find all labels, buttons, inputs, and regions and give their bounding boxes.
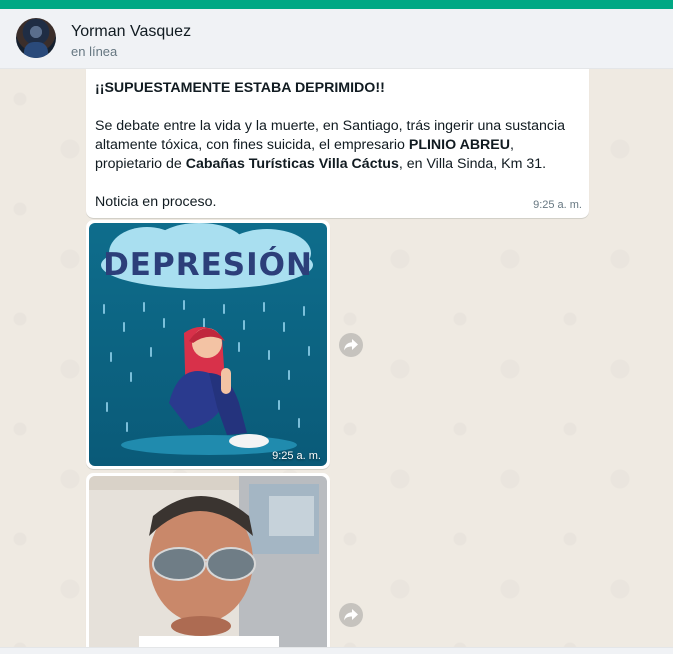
- depresion-image: DEPRESIÓN: [89, 223, 327, 466]
- depresion-image-text: DEPRESIÓN: [103, 246, 313, 283]
- forward-button-2[interactable]: [339, 603, 363, 627]
- message-title: ¡¡SUPUESTAMENTE ESTABA DEPRIMIDO!!: [95, 80, 385, 96]
- forward-icon: [344, 609, 358, 621]
- forward-button[interactable]: [339, 333, 363, 357]
- bold-business: Cabañas Turísticas Villa Cáctus: [185, 156, 399, 172]
- photo-image: [89, 476, 327, 647]
- text-message-bubble[interactable]: ¡¡SUPUESTAMENTE ESTABA DEPRIMIDO!! Se de…: [86, 69, 589, 218]
- contact-status: en línea: [71, 44, 118, 59]
- avatar[interactable]: [16, 18, 56, 58]
- image-time: 9:25 a. m.: [272, 450, 321, 462]
- message-time: 9:25 a. m.: [533, 199, 582, 211]
- image-message-photo[interactable]: [86, 473, 330, 647]
- depresion-illustration[interactable]: DEPRESIÓN 9:25 a. m.: [89, 223, 327, 466]
- message-body: Se debate entre la vida y la muerte, en …: [95, 118, 566, 172]
- photo-man-sunglasses[interactable]: [89, 476, 327, 647]
- message-closing: Noticia en proceso.: [95, 194, 217, 210]
- bold-name: PLINIO ABREU: [408, 137, 511, 153]
- image-message-depresion[interactable]: DEPRESIÓN 9:25 a. m.: [86, 220, 330, 469]
- top-accent-bar: [0, 0, 673, 9]
- chat-header[interactable]: Yorman Vasquez en línea: [0, 9, 673, 69]
- chat-panel: ¡¡SUPUESTAMENTE ESTABA DEPRIMIDO!! Se de…: [0, 69, 673, 647]
- contact-name[interactable]: Yorman Vasquez: [71, 23, 191, 41]
- forward-icon: [344, 339, 358, 351]
